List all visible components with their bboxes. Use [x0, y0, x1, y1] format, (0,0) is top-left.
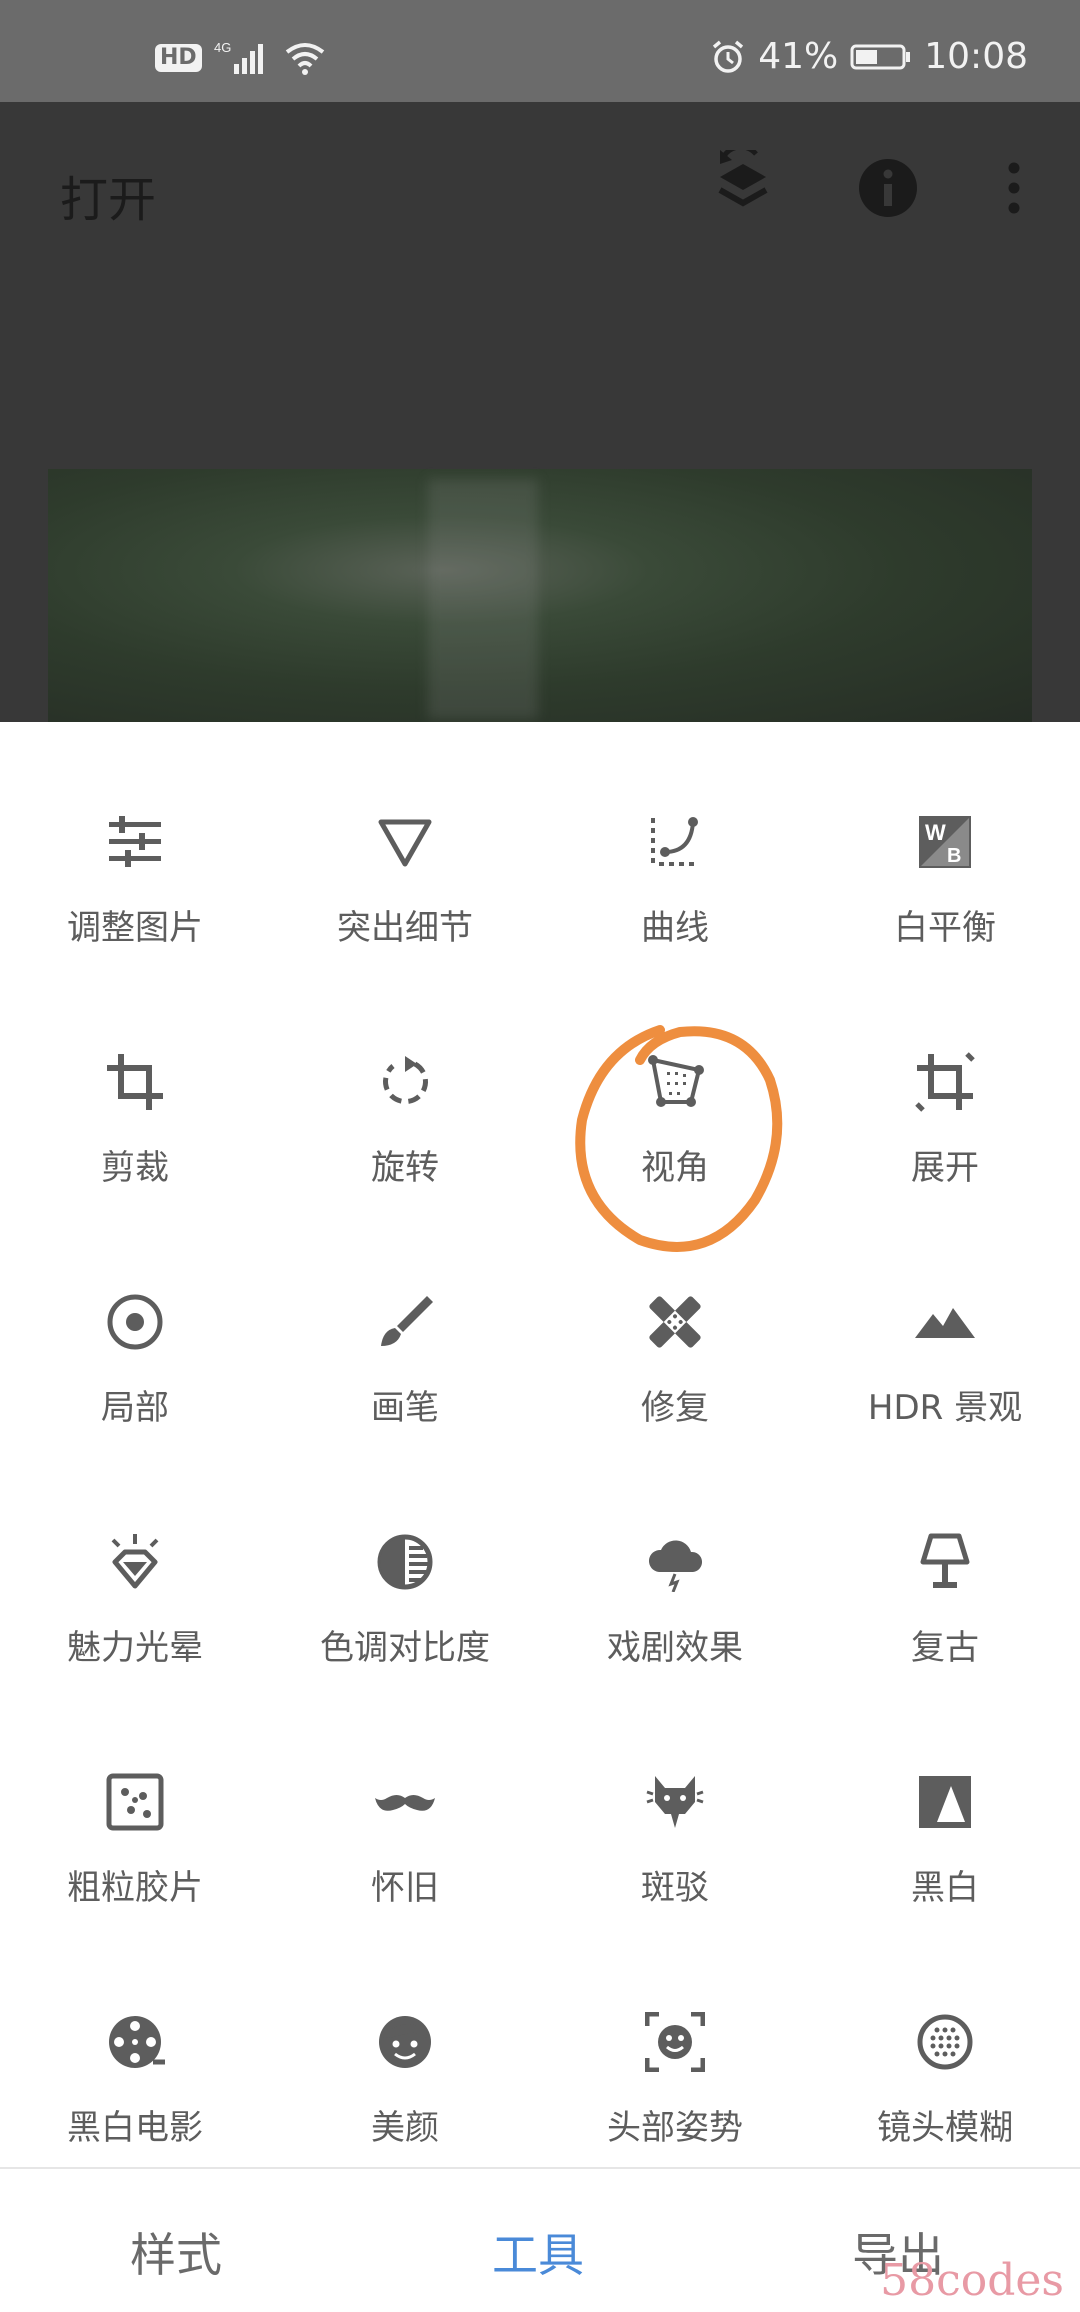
tool-label: 美颜	[371, 2108, 439, 2148]
tool-label: HDR 景观	[867, 1388, 1023, 1428]
tool-healing[interactable]: 修复	[540, 1292, 810, 1532]
status-right: 41% 10:08	[710, 36, 1028, 77]
tool-label: 斑驳	[641, 1868, 709, 1908]
editor-background: 打开	[0, 102, 1080, 722]
tab-tools[interactable]: 工具	[492, 2219, 584, 2285]
tool-label: 局部	[101, 1388, 169, 1428]
tool-label: 展开	[911, 1148, 979, 1188]
brush-icon	[381, 1296, 433, 1346]
tool-tonal-contrast[interactable]: 色调对比度	[270, 1532, 540, 1772]
grunge-icon	[646, 1776, 704, 1828]
tool-label: 突出细节	[337, 908, 473, 948]
white-balance-icon: W B	[919, 816, 971, 868]
vintage-lamp-icon	[920, 1533, 970, 1588]
retrolux-mustache-icon	[375, 1795, 435, 1811]
tool-perspective[interactable]: 视角	[540, 1052, 810, 1292]
tool-label: 镜头模糊	[877, 2108, 1013, 2148]
svg-text:B: B	[947, 845, 961, 867]
photo-preview	[48, 469, 1032, 722]
tool-face[interactable]: 美颜	[270, 2012, 540, 2167]
tool-details[interactable]: 突出细节	[270, 812, 540, 1052]
tool-brush[interactable]: 画笔	[270, 1292, 540, 1532]
tool-glamour-glow[interactable]: 魅力光晕	[0, 1532, 270, 1772]
more-options-icon[interactable]	[1000, 158, 1028, 218]
curves-icon	[651, 817, 698, 866]
face-icon	[379, 2016, 431, 2068]
tool-head-pose[interactable]: 头部姿势	[540, 2012, 810, 2167]
tool-crop[interactable]: 剪裁	[0, 1052, 270, 1292]
tool-curves[interactable]: 曲线	[540, 812, 810, 1052]
undo-stack-icon[interactable]	[712, 150, 774, 220]
network-label: 4G	[214, 40, 231, 55]
battery-percent: 41%	[758, 36, 839, 77]
status-left: HD 4G	[155, 40, 326, 76]
tool-label: 白平衡	[894, 908, 996, 948]
tools-grid: 调整图片 突出细节 曲线 W B 白平衡 剪裁 旋转 视角 展开 局部 画笔 修…	[0, 812, 1080, 2167]
tool-grainy-film[interactable]: 粗粒胶片	[0, 1772, 270, 2012]
tool-label: 旋转	[371, 1148, 439, 1188]
details-triangle-icon	[378, 819, 432, 867]
tool-retrolux[interactable]: 怀旧	[270, 1772, 540, 2012]
tool-label: 黑白	[911, 1868, 979, 1908]
hd-icon: HD	[155, 44, 202, 72]
drama-cloud-icon	[648, 1540, 703, 1592]
battery-icon	[850, 44, 911, 69]
expand-icon	[915, 1052, 975, 1112]
grainy-film-icon	[106, 1773, 164, 1831]
tool-label: 戏剧效果	[607, 1628, 743, 1668]
tool-noir[interactable]: 黑白电影	[0, 2012, 270, 2167]
tool-label: 复古	[911, 1628, 979, 1668]
black-white-icon	[919, 1776, 971, 1828]
watermark: 58codes	[880, 2255, 1064, 2306]
tool-label: 魅力光晕	[67, 1628, 203, 1668]
tool-expand[interactable]: 展开	[810, 1052, 1080, 1292]
tool-label: 画笔	[371, 1388, 439, 1428]
svg-text:W: W	[925, 820, 946, 845]
signal-icon: 4G	[214, 40, 263, 74]
lens-blur-icon	[917, 2014, 973, 2070]
tool-grunge[interactable]: 斑驳	[540, 1772, 810, 2012]
tool-white-balance[interactable]: W B 白平衡	[810, 812, 1080, 1052]
hdr-mountain-icon	[915, 1308, 975, 1338]
tool-label: 黑白电影	[67, 2108, 203, 2148]
tool-hdr[interactable]: HDR 景观	[810, 1292, 1080, 1532]
tool-tune-image[interactable]: 调整图片	[0, 812, 270, 1052]
tool-label: 色调对比度	[320, 1628, 490, 1668]
tab-styles[interactable]: 样式	[130, 2219, 222, 2285]
tool-label: 修复	[641, 1388, 709, 1428]
tonal-contrast-icon	[377, 1534, 433, 1590]
tool-drama[interactable]: 戏剧效果	[540, 1532, 810, 1772]
tool-label: 头部姿势	[607, 2108, 743, 2148]
tools-sheet: 调整图片 突出细节 曲线 W B 白平衡 剪裁 旋转 视角 展开 局部 画笔 修…	[0, 722, 1080, 2167]
tool-label: 调整图片	[67, 908, 203, 948]
tool-label: 粗粒胶片	[67, 1868, 203, 1908]
tool-label: 剪裁	[101, 1148, 169, 1188]
noir-film-reel-icon	[109, 2016, 165, 2068]
selective-icon	[107, 1294, 163, 1350]
tool-black-white[interactable]: 黑白	[810, 1772, 1080, 2012]
status-bar: HD 4G 41% 10:08	[0, 0, 1080, 102]
crop-icon	[107, 1054, 163, 1110]
glamour-glow-icon	[111, 1534, 159, 1589]
tune-icon	[109, 816, 161, 867]
head-pose-icon	[645, 2012, 705, 2072]
bottom-navigation: 样式 工具 导出 58codes	[0, 2167, 1080, 2312]
alarm-icon	[713, 40, 744, 73]
tool-selective[interactable]: 局部	[0, 1292, 270, 1532]
clock: 10:08	[924, 36, 1028, 77]
info-icon[interactable]	[858, 158, 918, 218]
tool-label: 曲线	[641, 908, 709, 948]
healing-icon	[649, 1296, 701, 1348]
tool-label: 视角	[641, 1148, 709, 1188]
tool-rotate[interactable]: 旋转	[270, 1052, 540, 1292]
wifi-icon	[285, 43, 324, 75]
tool-lens-blur[interactable]: 镜头模糊	[810, 2012, 1080, 2167]
tool-label: 怀旧	[371, 1868, 439, 1908]
rotate-icon	[383, 1056, 428, 1105]
tool-vintage[interactable]: 复古	[810, 1532, 1080, 1772]
perspective-icon	[648, 1055, 704, 1107]
open-button[interactable]: 打开	[60, 160, 156, 230]
